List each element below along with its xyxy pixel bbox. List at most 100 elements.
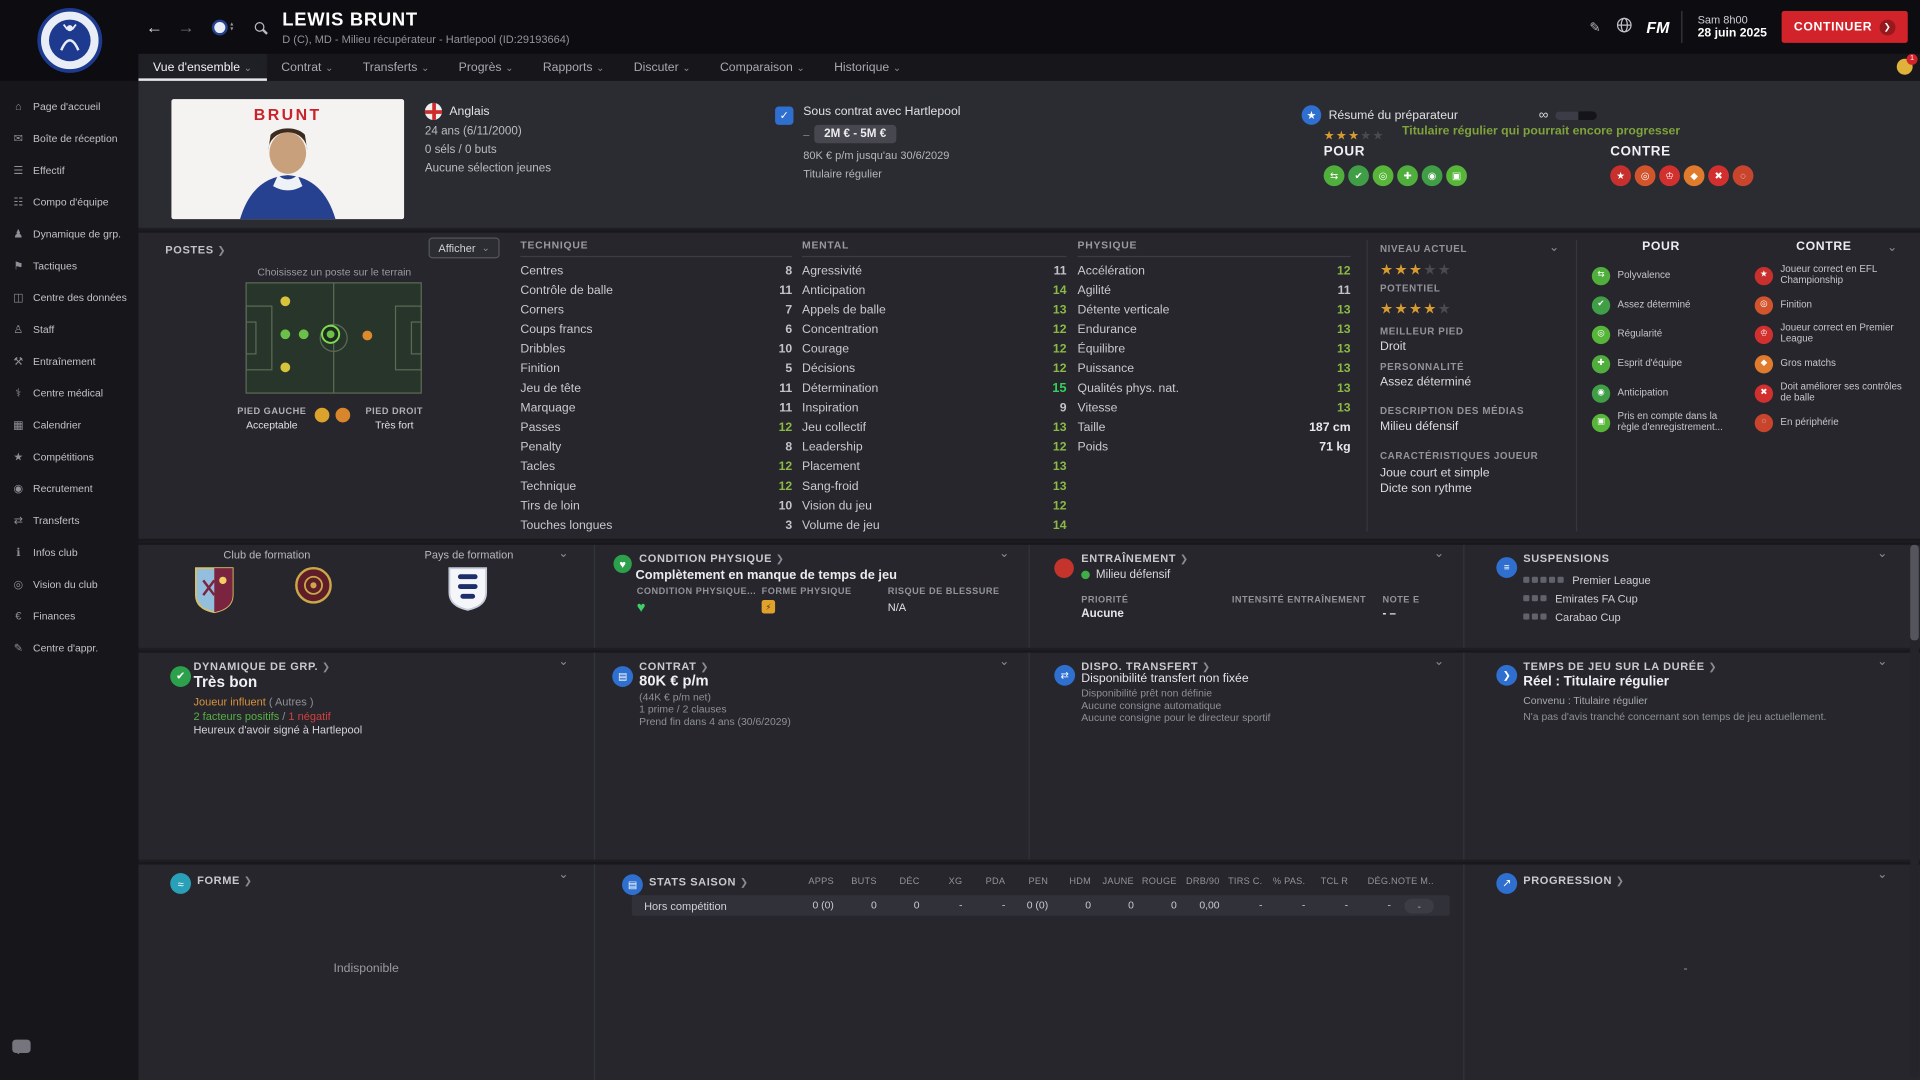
attribute-name: Passes [520,420,561,435]
chevron-down-icon[interactable]: ⌄ [558,547,568,560]
sidebar-item-home[interactable]: ⌂ Page d'accueil [0,91,138,123]
formation-country-flag[interactable] [447,566,489,613]
chevron-down-icon[interactable]: ⌄ [1877,655,1887,668]
sidebar-item-staff[interactable]: ♙ Staff [0,313,138,345]
sidebar-item-finances[interactable]: € Finances [0,600,138,632]
playing-time-title[interactable]: TEMPS DE JEU SUR LA DURÉE ❯ [1523,660,1717,672]
tab-discuter[interactable]: Discuter ⌄ [619,54,705,81]
chevron-down-icon[interactable]: ⌄ [999,547,1009,560]
notification-icon[interactable]: 1 [1896,53,1918,75]
dynamics-title[interactable]: DYNAMIQUE DE GRP. ❯ [193,660,330,672]
formation-club-logo-1[interactable] [193,566,235,615]
tab-historique[interactable]: Historique ⌄ [819,54,915,81]
club-badge[interactable] [36,7,102,73]
position-dot[interactable] [280,296,291,307]
progression-title[interactable]: PROGRESSION ❯ [1523,874,1624,886]
club-quick-switch[interactable]: ▴ ▾ [211,18,234,35]
sidebar-item-scouting[interactable]: ◉ Recrutement [0,473,138,505]
progression-title-label: PROGRESSION [1523,874,1613,887]
suspensions-title[interactable]: SUSPENSIONS [1523,552,1609,564]
sidebar-item-calendar[interactable]: ▦ Calendrier [0,409,138,441]
sidebar-item-training[interactable]: ⚒ Entraînement [0,345,138,377]
position-dot[interactable] [362,330,373,341]
search-button[interactable] [243,22,275,32]
teamwork-icon: ✚ [1397,165,1418,187]
chevron-down-icon[interactable]: ⌄ [1877,868,1887,881]
determination-icon: ✔ [1348,165,1369,187]
attribute-name: Détermination [802,381,879,395]
star-icon: ★ [1323,129,1335,144]
negative-factors: 1 négatif [288,710,331,723]
chevron-down-icon[interactable]: ⌄ [1549,241,1559,254]
suspension-row[interactable]: Premier League [1523,571,1651,589]
tab-rapports[interactable]: Rapports ⌄ [528,54,619,81]
sidebar-item-label: Entraînement [33,355,96,368]
chevron-down-icon[interactable]: ⌄ [558,868,568,881]
up-down-carets-icon: ▴ ▾ [230,20,234,34]
language-globe-button[interactable] [1610,17,1639,37]
condition-title[interactable]: CONDITION PHYSIQUE ❯ [639,552,784,564]
chat-icon[interactable] [12,1039,31,1055]
position-dot[interactable] [298,329,309,340]
position-dot [326,330,335,339]
stats-data-row[interactable]: Hors compétition 0 (0) 0 0- -0 (0) 0 0 0 0,00- -… [631,895,1450,916]
contract-title[interactable]: CONTRAT ❯ [639,660,709,672]
chevron-down-icon[interactable]: ⌄ [1877,547,1887,560]
positions-link[interactable]: POSTES ❯ [165,244,226,256]
attribute-value: 71 kg [1319,440,1351,454]
sidebar-item-medical[interactable]: ⚕ Centre médical [0,377,138,409]
transfer-value[interactable]: 2M € - 5M € [814,124,896,144]
tab-vue-densemble[interactable]: Vue d'ensemble ⌄ [138,53,267,81]
playing-time-agreed: Convenu : Titulaire régulier [1523,694,1648,707]
transfer-title[interactable]: DISPO. TRANSFERT ❯ [1081,660,1210,672]
chevron-down-icon[interactable]: ⌄ [1434,655,1444,668]
back-button[interactable]: ← [138,17,170,37]
chevron-down-icon[interactable]: ⌄ [999,655,1009,668]
continue-button[interactable]: CONTINUER ❯ [1781,11,1908,43]
sidebar-item-squad[interactable]: ☰ Effectif [0,154,138,186]
coach-report-title[interactable]: Résumé du préparateur [1329,108,1458,121]
chevron-down-icon[interactable]: ⌄ [1887,241,1897,254]
sidebar-item-dev-centre[interactable]: ✎ Centre d'appr. [0,632,138,664]
sidebar-item-competitions[interactable]: ★ Compétitions [0,441,138,473]
tab-transferts[interactable]: Transferts ⌄ [348,54,444,81]
attribute-row: Touches longues 3 [520,516,792,536]
tab-comparaison[interactable]: Comparaison ⌄ [705,54,819,81]
sidebar-item-label: Calendrier [33,418,82,432]
info-row-1: Club de formation Pays de formation ⌄ ♥ … [138,542,1920,648]
left-foot-icon [314,407,330,423]
nationality: Anglais [449,104,490,119]
chevron-down-icon[interactable]: ⌄ [1434,547,1444,560]
training-title[interactable]: ENTRAÎNEMENT ❯ [1081,552,1188,564]
suspension-row[interactable]: Emirates FA Cup [1523,589,1650,607]
sidebar-item-club-vision[interactable]: ◎ Vision du club [0,568,138,600]
attribute-value: 10 [778,498,793,513]
scrollbar-thumb[interactable] [1910,544,1919,641]
tab-progres[interactable]: Progrès ⌄ [444,54,528,81]
sidebar-item-transfers[interactable]: ⇄ Transferts [0,504,138,536]
suspension-row[interactable]: Carabao Cup [1523,607,1650,625]
formation-country-label: Pays de formation [424,548,514,561]
medical-icon: ⚕ [15,386,22,399]
show-dropdown[interactable]: Afficher ⌄ [428,237,500,259]
pitch-graphic[interactable] [245,282,423,395]
star-icon: ★ [1360,129,1372,144]
form-title[interactable]: FORME ❯ [197,874,252,886]
wage: 80K € p/m jusqu'au 30/6/2029 [803,149,950,162]
sidebar-item-tactics[interactable]: ⚑ Tactiques [0,250,138,282]
position-dot[interactable] [280,329,291,340]
sidebar-item-data-hub[interactable]: ◫ Centre des données [0,282,138,314]
tab-contrat[interactable]: Contrat ⌄ [267,54,348,81]
sidebar-item-lineup[interactable]: ☷ Compo d'équipe [0,186,138,218]
season-stats-title[interactable]: STATS SAISON ❯ [649,876,749,888]
sidebar-item-dynamics[interactable]: ♟ Dynamique de grp. [0,218,138,250]
pros-list: ⇆ Polyvalence ✔ Assez déterminé ◎ Régularité ✚… [1580,261,1743,437]
chevron-down-icon[interactable]: ⌄ [558,655,568,668]
position-dot[interactable] [280,362,291,373]
formation-club-logo-2[interactable] [294,566,333,605]
forward-button[interactable]: → [170,17,202,37]
attribute-name: Taille [1077,420,1106,435]
edit-button[interactable]: ✎ [1580,19,1609,35]
sidebar-item-inbox[interactable]: ✉ Boîte de réception [0,122,138,154]
sidebar-item-club-info[interactable]: ℹ Infos club [0,536,138,568]
